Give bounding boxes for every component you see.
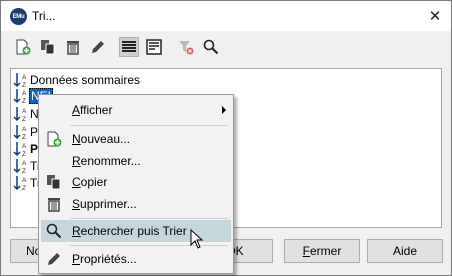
copy-icon bbox=[41, 40, 55, 55]
svg-text:A: A bbox=[22, 143, 27, 150]
sort-ascending-icon: AZ bbox=[13, 107, 27, 122]
clear-filter-icon bbox=[179, 41, 194, 55]
edit-button[interactable] bbox=[88, 37, 108, 57]
svg-text:A: A bbox=[22, 90, 27, 97]
delete-button[interactable] bbox=[63, 37, 83, 57]
close-window-button[interactable]: ✕ bbox=[421, 3, 449, 29]
menu-item-label: Afficher bbox=[72, 103, 113, 117]
new-sort-button[interactable] bbox=[13, 37, 33, 57]
sort-ascending-icon: AZ bbox=[13, 73, 27, 88]
search-icon bbox=[46, 223, 62, 239]
window-title: Tri... bbox=[32, 9, 56, 23]
edit-icon bbox=[48, 253, 60, 265]
svg-text:Z: Z bbox=[22, 151, 26, 157]
sort-ascending-icon: AZ bbox=[13, 89, 27, 104]
submenu-arrow-icon bbox=[222, 106, 226, 114]
svg-text:Z: Z bbox=[22, 168, 26, 174]
menu-item-label: Nouveau... bbox=[72, 132, 131, 146]
copy-button[interactable] bbox=[38, 37, 58, 57]
menu-separator bbox=[70, 218, 228, 219]
menu-item-label: Supprimer... bbox=[72, 197, 137, 211]
menu-item-label: Copier bbox=[72, 175, 108, 189]
menu-separator bbox=[70, 125, 228, 126]
svg-text:Z: Z bbox=[22, 98, 26, 104]
close-icon: ✕ bbox=[428, 8, 442, 25]
mouse-cursor-icon bbox=[190, 229, 204, 249]
search-icon bbox=[203, 39, 219, 55]
new-sort-icon bbox=[16, 39, 31, 55]
svg-text:Z: Z bbox=[22, 116, 26, 122]
new-sort-icon bbox=[47, 131, 62, 147]
close-button-label: Fermer bbox=[302, 244, 342, 258]
menu-item-nouveau[interactable]: Nouveau... bbox=[41, 128, 231, 150]
menu-item-copier[interactable]: Copier bbox=[41, 171, 231, 193]
svg-text:Z: Z bbox=[22, 185, 26, 191]
sort-ascending-icon: AZ bbox=[13, 159, 27, 174]
context-menu: Afficher Nouveau... Renommer... Copier S… bbox=[38, 94, 234, 274]
help-button[interactable]: Aide bbox=[367, 239, 443, 263]
list-item[interactable]: AZ Données sommaires bbox=[13, 72, 141, 88]
edit-icon bbox=[92, 41, 104, 53]
delete-icon bbox=[67, 41, 79, 55]
toolbar bbox=[1, 35, 451, 61]
list-view-button[interactable] bbox=[119, 37, 139, 57]
svg-text:Z: Z bbox=[22, 134, 26, 140]
menu-separator bbox=[70, 245, 228, 246]
emu-app-icon: EMu bbox=[10, 8, 27, 25]
list-item-label: Données sommaires bbox=[30, 73, 141, 87]
title-bar: EMu Tri... ✕ bbox=[1, 1, 451, 31]
svg-text:A: A bbox=[22, 74, 27, 81]
svg-text:A: A bbox=[22, 126, 27, 133]
menu-item-afficher[interactable]: Afficher bbox=[41, 99, 231, 121]
menu-item-label: Rechercher puis Trier bbox=[72, 224, 187, 238]
help-button-label: Aide bbox=[392, 244, 418, 258]
sort-ascending-icon: AZ bbox=[13, 176, 27, 191]
menu-item-supprimer[interactable]: Supprimer... bbox=[41, 193, 231, 215]
delete-icon bbox=[48, 198, 60, 212]
menu-item-label: Propriétés... bbox=[72, 252, 137, 266]
svg-text:A: A bbox=[22, 160, 27, 167]
menu-item-proprietes[interactable]: Propriétés... bbox=[41, 248, 231, 270]
detail-view-icon bbox=[146, 39, 162, 55]
clear-filter-button[interactable] bbox=[176, 37, 196, 57]
close-button[interactable]: Fermer bbox=[284, 239, 360, 263]
menu-item-label: Renommer... bbox=[72, 154, 141, 168]
menu-item-renommer[interactable]: Renommer... bbox=[41, 150, 231, 172]
svg-text:A: A bbox=[22, 108, 27, 115]
list-view-icon bbox=[122, 41, 136, 52]
sort-ascending-icon: AZ bbox=[13, 142, 27, 157]
search-button[interactable] bbox=[201, 37, 221, 57]
detail-view-button[interactable] bbox=[144, 37, 164, 57]
copy-icon bbox=[47, 175, 61, 190]
svg-text:A: A bbox=[22, 177, 27, 184]
sort-ascending-icon: AZ bbox=[13, 125, 27, 140]
